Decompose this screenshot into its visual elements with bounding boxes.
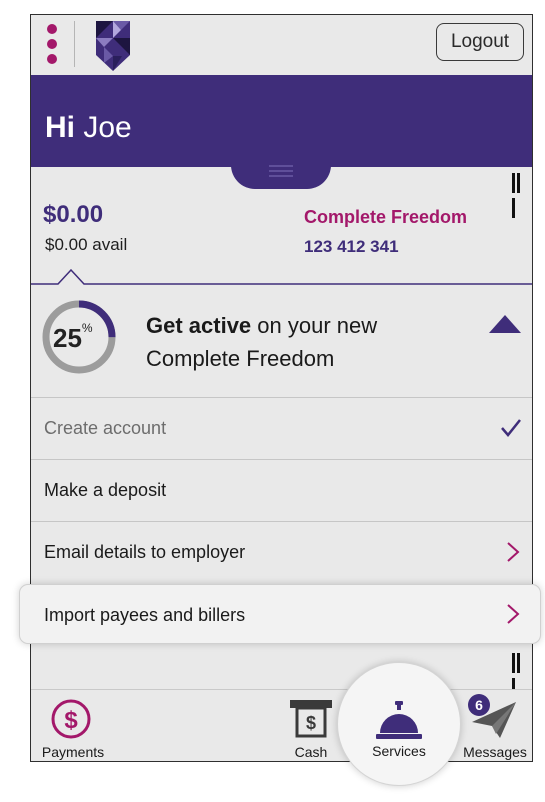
task-make-deposit[interactable]: Make a deposit bbox=[31, 459, 532, 521]
logout-button[interactable]: Logout bbox=[436, 23, 524, 61]
top-bar: Logout bbox=[31, 15, 532, 75]
task-label: Create account bbox=[44, 418, 167, 438]
greeting-banner: Hi Joe bbox=[31, 75, 532, 167]
divider bbox=[74, 21, 75, 67]
user-name: Joe bbox=[83, 111, 132, 144]
tab-label: Services bbox=[372, 743, 426, 759]
task-label: Make a deposit bbox=[44, 480, 167, 500]
tab-label: Payments bbox=[41, 744, 105, 760]
checkmark-icon bbox=[501, 419, 521, 437]
task-import-payees[interactable]: Import payees and billers bbox=[19, 584, 541, 644]
task-label: Import payees and billers bbox=[44, 605, 246, 625]
get-active-panel[interactable]: 25% Get active on your new Complete Free… bbox=[31, 285, 532, 397]
app-frame: Logout Hi Joe $0.00 $0.00 avail Complete… bbox=[30, 14, 533, 762]
chevron-right-icon bbox=[507, 542, 520, 562]
task-email-employer[interactable]: Email details to employer bbox=[31, 521, 532, 583]
messages-count-badge: 6 bbox=[468, 694, 490, 716]
get-active-title-bold: Get active bbox=[146, 313, 252, 338]
tab-label: Messages bbox=[463, 744, 527, 760]
service-bell-icon bbox=[376, 701, 422, 739]
task-list: Create account Make a deposit Email deta… bbox=[31, 397, 532, 583]
greeting: Hi Joe bbox=[45, 111, 132, 145]
progress-percent-value: 25 bbox=[53, 323, 82, 353]
tab-payments[interactable]: $ Payments bbox=[31, 690, 115, 761]
task-create-account[interactable]: Create account bbox=[31, 397, 532, 459]
progress-percent: 25% bbox=[53, 321, 93, 354]
svg-text:$: $ bbox=[64, 707, 78, 734]
reorder-icon[interactable] bbox=[512, 173, 526, 218]
tab-cash[interactable]: $ Cash bbox=[281, 690, 341, 761]
chevron-right-icon bbox=[507, 604, 520, 624]
task-label: Email details to employer bbox=[44, 542, 246, 562]
atm-cash-icon: $ bbox=[290, 700, 332, 738]
greeting-prefix: Hi bbox=[45, 111, 75, 144]
account-number: 123 412 341 bbox=[304, 237, 399, 256]
tab-services[interactable]: Services bbox=[337, 662, 461, 786]
available-balance: $0.00 avail bbox=[45, 235, 128, 254]
get-active-title: Get active on your new Complete Freedom bbox=[146, 309, 446, 375]
account-balance: $0.00 bbox=[43, 201, 104, 228]
reorder-icon[interactable] bbox=[512, 653, 526, 698]
account-divider bbox=[31, 269, 532, 285]
tab-label: Cash bbox=[294, 744, 328, 760]
account-product-name: Complete Freedom bbox=[304, 207, 468, 227]
menu-dots-icon[interactable] bbox=[47, 24, 57, 64]
account-summary[interactable]: $0.00 $0.00 avail Complete Freedom 123 4… bbox=[31, 167, 532, 283]
progress-percent-symbol: % bbox=[81, 321, 93, 335]
dollar-coin-icon: $ bbox=[51, 699, 91, 739]
svg-text:$: $ bbox=[306, 713, 316, 733]
bank-logo bbox=[96, 21, 130, 71]
collapse-arrow-icon[interactable] bbox=[489, 315, 521, 333]
